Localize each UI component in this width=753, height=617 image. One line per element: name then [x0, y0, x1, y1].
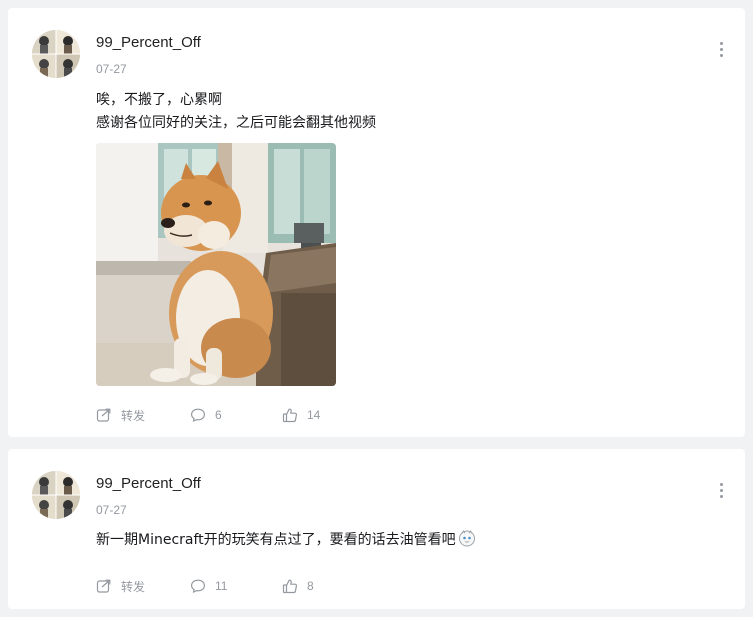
post-card: 99_Percent_Off 07-27 唉，不搬了，心累啊 感谢各位同好的关注…	[8, 8, 745, 437]
post-text-line: 新一期Minecraft开的玩笑有点过了，要看的话去油管看吧	[96, 529, 476, 550]
post-date: 07-27	[96, 503, 127, 517]
post-text: 新一期Minecraft开的玩笑有点过了，要看的话去油管看吧	[96, 532, 456, 548]
thumbs-up-icon	[282, 579, 298, 594]
like-count: 8	[307, 579, 314, 593]
dynamic-feed: 99_Percent_Off 07-27 唉，不搬了，心累啊 感谢各位同好的关注…	[0, 0, 753, 617]
forward-button[interactable]: 转发	[96, 576, 145, 596]
comment-icon	[190, 579, 206, 594]
post-actions: 转发 6 14	[96, 405, 496, 425]
avatar[interactable]	[32, 471, 80, 519]
forward-button[interactable]: 转发	[96, 405, 145, 425]
comment-count: 11	[215, 579, 228, 593]
post-text-line: 感谢各位同好的关注，之后可能会翻其他视频	[96, 115, 376, 131]
more-vertical-icon[interactable]	[717, 483, 725, 501]
avatar-image	[32, 30, 80, 78]
avatar[interactable]	[32, 30, 80, 78]
comment-icon	[190, 408, 206, 423]
comment-button[interactable]: 6	[190, 405, 222, 425]
username[interactable]: 99_Percent_Off	[96, 34, 201, 51]
like-count: 14	[307, 408, 321, 422]
comment-button[interactable]: 11	[190, 576, 227, 596]
like-button[interactable]: 8	[282, 576, 314, 596]
forward-label: 转发	[121, 579, 146, 594]
shiba-inu-dog-photo	[96, 143, 336, 386]
username[interactable]: 99_Percent_Off	[96, 475, 201, 492]
post-card: 99_Percent_Off 07-27 新一期Minecraft开的玩笑有点过…	[8, 449, 745, 609]
forward-icon	[96, 408, 111, 422]
like-button[interactable]: 14	[282, 405, 320, 425]
post-date: 07-27	[96, 62, 127, 76]
forward-label: 转发	[121, 408, 146, 423]
post-image[interactable]	[96, 143, 336, 386]
avatar-image	[32, 471, 80, 519]
post-text-line: 唉，不搬了，心累啊	[96, 92, 222, 108]
more-vertical-icon[interactable]	[717, 42, 725, 60]
post-actions: 转发 11 8	[96, 576, 496, 596]
smirk-face-emoji	[458, 530, 475, 547]
thumbs-up-icon	[282, 408, 298, 423]
comment-count: 6	[215, 408, 222, 422]
forward-icon	[96, 579, 111, 593]
